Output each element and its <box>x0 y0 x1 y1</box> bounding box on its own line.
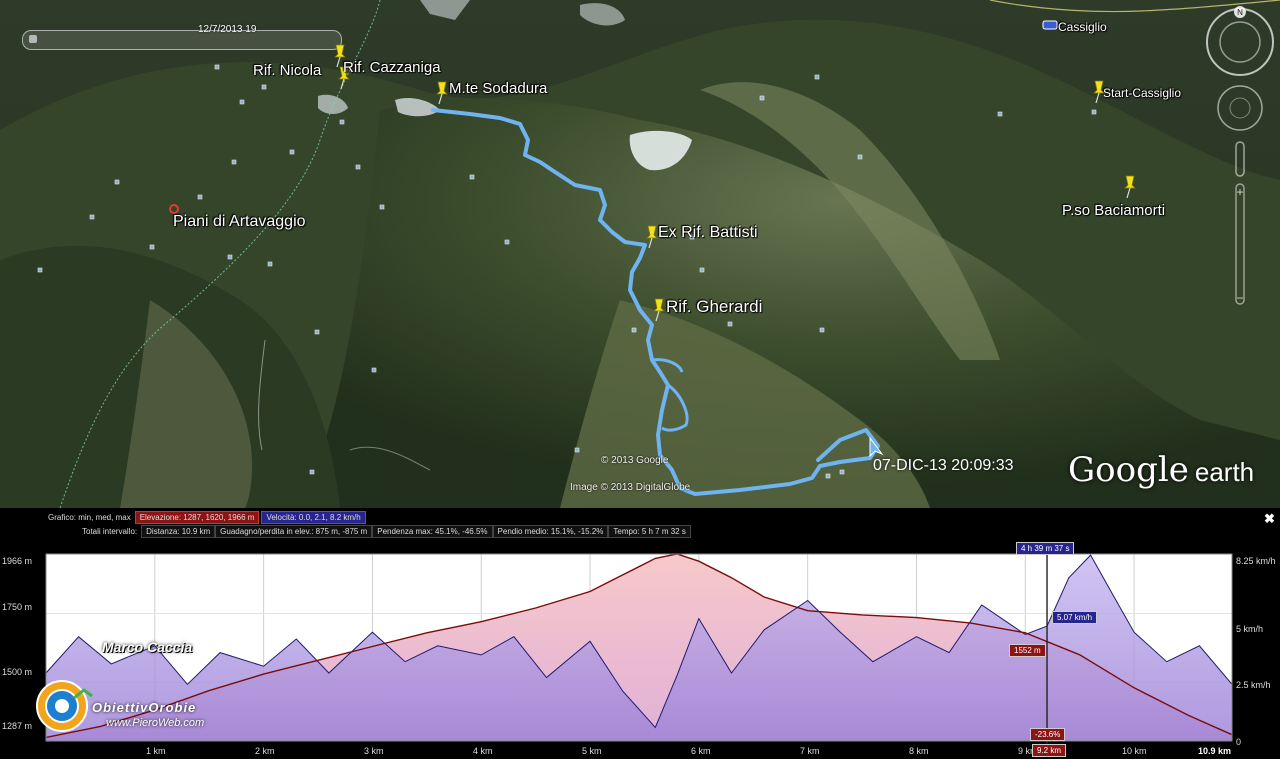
logo-site-text: www.PieroWeb.com <box>106 717 205 729</box>
svg-text:+: + <box>1236 185 1243 199</box>
look-joystick[interactable] <box>1206 8 1274 76</box>
obiettivorobie-logo: ObiettivOrobie www.PieroWeb.com <box>34 676 264 736</box>
time-slider-handle[interactable] <box>29 35 37 43</box>
cursor-slope-callout: -23.6% <box>1030 728 1066 741</box>
track-timestamp: 07-DIC-13 20:09:33 <box>873 457 1014 474</box>
author-credit: Marco Caccia <box>102 639 193 655</box>
cursor-speed-callout: 5.07 km/h <box>1052 611 1098 624</box>
time-slider-label: 12/7/2013 19 <box>198 24 257 35</box>
logo-sub-text: earth <box>1194 457 1255 487</box>
placemark-label-pso-baciamorti[interactable]: P.so Baciamorti <box>1062 202 1165 219</box>
camera-lens-icon <box>36 680 93 732</box>
map-view[interactable]: 12/7/2013 19 N + − Rif. Nicola Rif. Cazz… <box>0 0 1280 508</box>
pushpin-icon[interactable] <box>1121 175 1139 199</box>
placemark-label-cassiglio[interactable]: Cassiglio <box>1058 20 1107 34</box>
navigation-controls[interactable]: N + − <box>1204 6 1276 316</box>
google-credit: © 2013 Google <box>601 455 669 466</box>
google-earth-logo: Google earth <box>1068 450 1254 490</box>
move-joystick[interactable] <box>1217 85 1263 131</box>
cursor-distance-callout: 9.2 km <box>1032 744 1067 757</box>
placemark-label-mte-sodadura[interactable]: M.te Sodadura <box>449 80 547 97</box>
elevation-profile-panel: Grafico: min, med, max Elevazione: 1287,… <box>0 508 1280 759</box>
cursor-elevation-callout: 1552 m <box>1009 644 1046 657</box>
placemark-label-ex-rif-battisti[interactable]: Ex Rif. Battisti <box>658 224 758 242</box>
street-view-icon[interactable] <box>1235 141 1245 177</box>
placemark-label-start-cassiglio[interactable]: Start-Cassiglio <box>1103 86 1181 100</box>
placemark-label-rif-cazzaniga[interactable]: Rif. Cazzaniga <box>343 59 441 76</box>
imagery-credit: Image © 2013 DigitalGlobe <box>570 482 691 493</box>
terrain-image <box>0 0 1280 508</box>
logo-name-text: ObiettivOrobie <box>92 700 197 715</box>
svg-text:N: N <box>1237 8 1243 17</box>
placemark-label-rif-gherardi[interactable]: Rif. Gherardi <box>666 297 762 317</box>
zoom-slider[interactable] <box>1235 183 1245 305</box>
town-icon[interactable] <box>1042 19 1058 31</box>
cursor-time-callout: 4 h 39 m 37 s <box>1016 542 1075 555</box>
svg-text:−: − <box>1236 291 1243 305</box>
time-slider[interactable] <box>22 30 342 50</box>
placemark-label-rif-nicola[interactable]: Rif. Nicola <box>253 62 321 79</box>
placemark-label-piani-di-artavaggio[interactable]: Piani di Artavaggio <box>173 213 306 231</box>
logo-main-text: Google <box>1068 450 1189 490</box>
